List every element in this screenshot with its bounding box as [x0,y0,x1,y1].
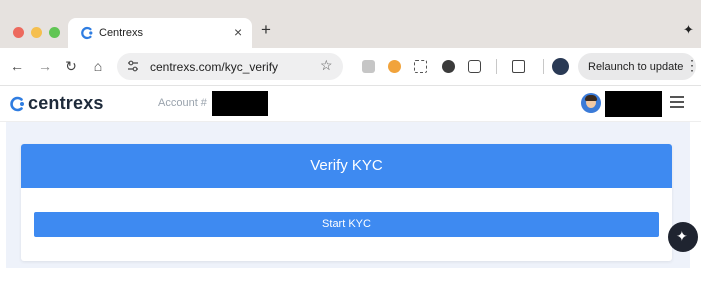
tab-title: Centrexs [99,27,144,39]
kyc-card-header: Verify KYC [21,144,672,188]
browser-toolbar: ← → ↻ ⌂ centrexs.com/kyc_verify ☆ Relaun… [0,48,701,86]
browser-tab[interactable]: Centrexs × [68,18,252,48]
relaunch-label: Relaunch to update [588,61,684,73]
ai-assistant-button[interactable]: ✦ [668,222,698,252]
account-label: Account # [158,97,207,109]
maximize-window-button[interactable] [49,27,60,38]
main-content: Verify KYC Start KYC ✦ [0,122,701,301]
kyc-card: Verify KYC Start KYC [21,144,672,261]
home-icon[interactable]: ⌂ [89,55,107,77]
address-bar[interactable]: centrexs.com/kyc_verify ☆ [117,53,343,80]
extension-icon[interactable] [442,60,455,73]
relaunch-button[interactable]: Relaunch to update ⋮ [578,53,699,80]
site-header: centrexs Account # [0,86,701,122]
close-window-button[interactable] [13,27,24,38]
profile-icon[interactable] [552,58,569,75]
account-number-redacted [212,91,268,116]
start-kyc-label: Start KYC [322,218,371,230]
address-url: centrexs.com/kyc_verify [150,60,279,74]
site-settings-icon[interactable] [126,59,140,73]
hamburger-menu-icon[interactable] [670,96,684,109]
centrexs-logo-icon [10,96,24,112]
avatar[interactable] [581,93,601,113]
forward-icon[interactable]: → [36,55,54,77]
reload-icon[interactable]: ↻ [62,55,80,77]
tab-strip: Centrexs × + ✦ [0,0,701,48]
star-icon[interactable]: ☆ [320,57,333,74]
tab-search-icon[interactable] [512,60,525,73]
sparkle-icon: ✦ [676,228,688,244]
brand-logo[interactable]: centrexs [8,93,118,115]
extension-icon[interactable] [362,60,375,73]
new-tab-button[interactable]: + [261,21,271,39]
browser-window: Centrexs × + ✦ ← → ↻ ⌂ centrexs.com/kyc_… [0,0,701,301]
qr-code-icon[interactable] [414,60,427,73]
brand-name: centrexs [28,93,104,113]
close-icon[interactable]: × [234,24,242,40]
avatar-hair [585,95,597,101]
extension-icon[interactable] [388,60,401,73]
page-title: Verify KYC [310,157,383,174]
back-icon[interactable]: ← [8,55,26,77]
user-name-redacted [605,91,662,117]
minimize-window-button[interactable] [31,27,42,38]
start-kyc-button[interactable]: Start KYC [34,212,659,237]
sparkle-icon[interactable]: ✦ [683,22,694,38]
toolbar-divider [543,59,544,74]
puzzle-icon[interactable] [468,60,481,73]
toolbar-divider [496,59,497,74]
menu-dots-icon[interactable]: ⋮ [685,57,699,74]
centrexs-favicon-icon [81,26,93,40]
